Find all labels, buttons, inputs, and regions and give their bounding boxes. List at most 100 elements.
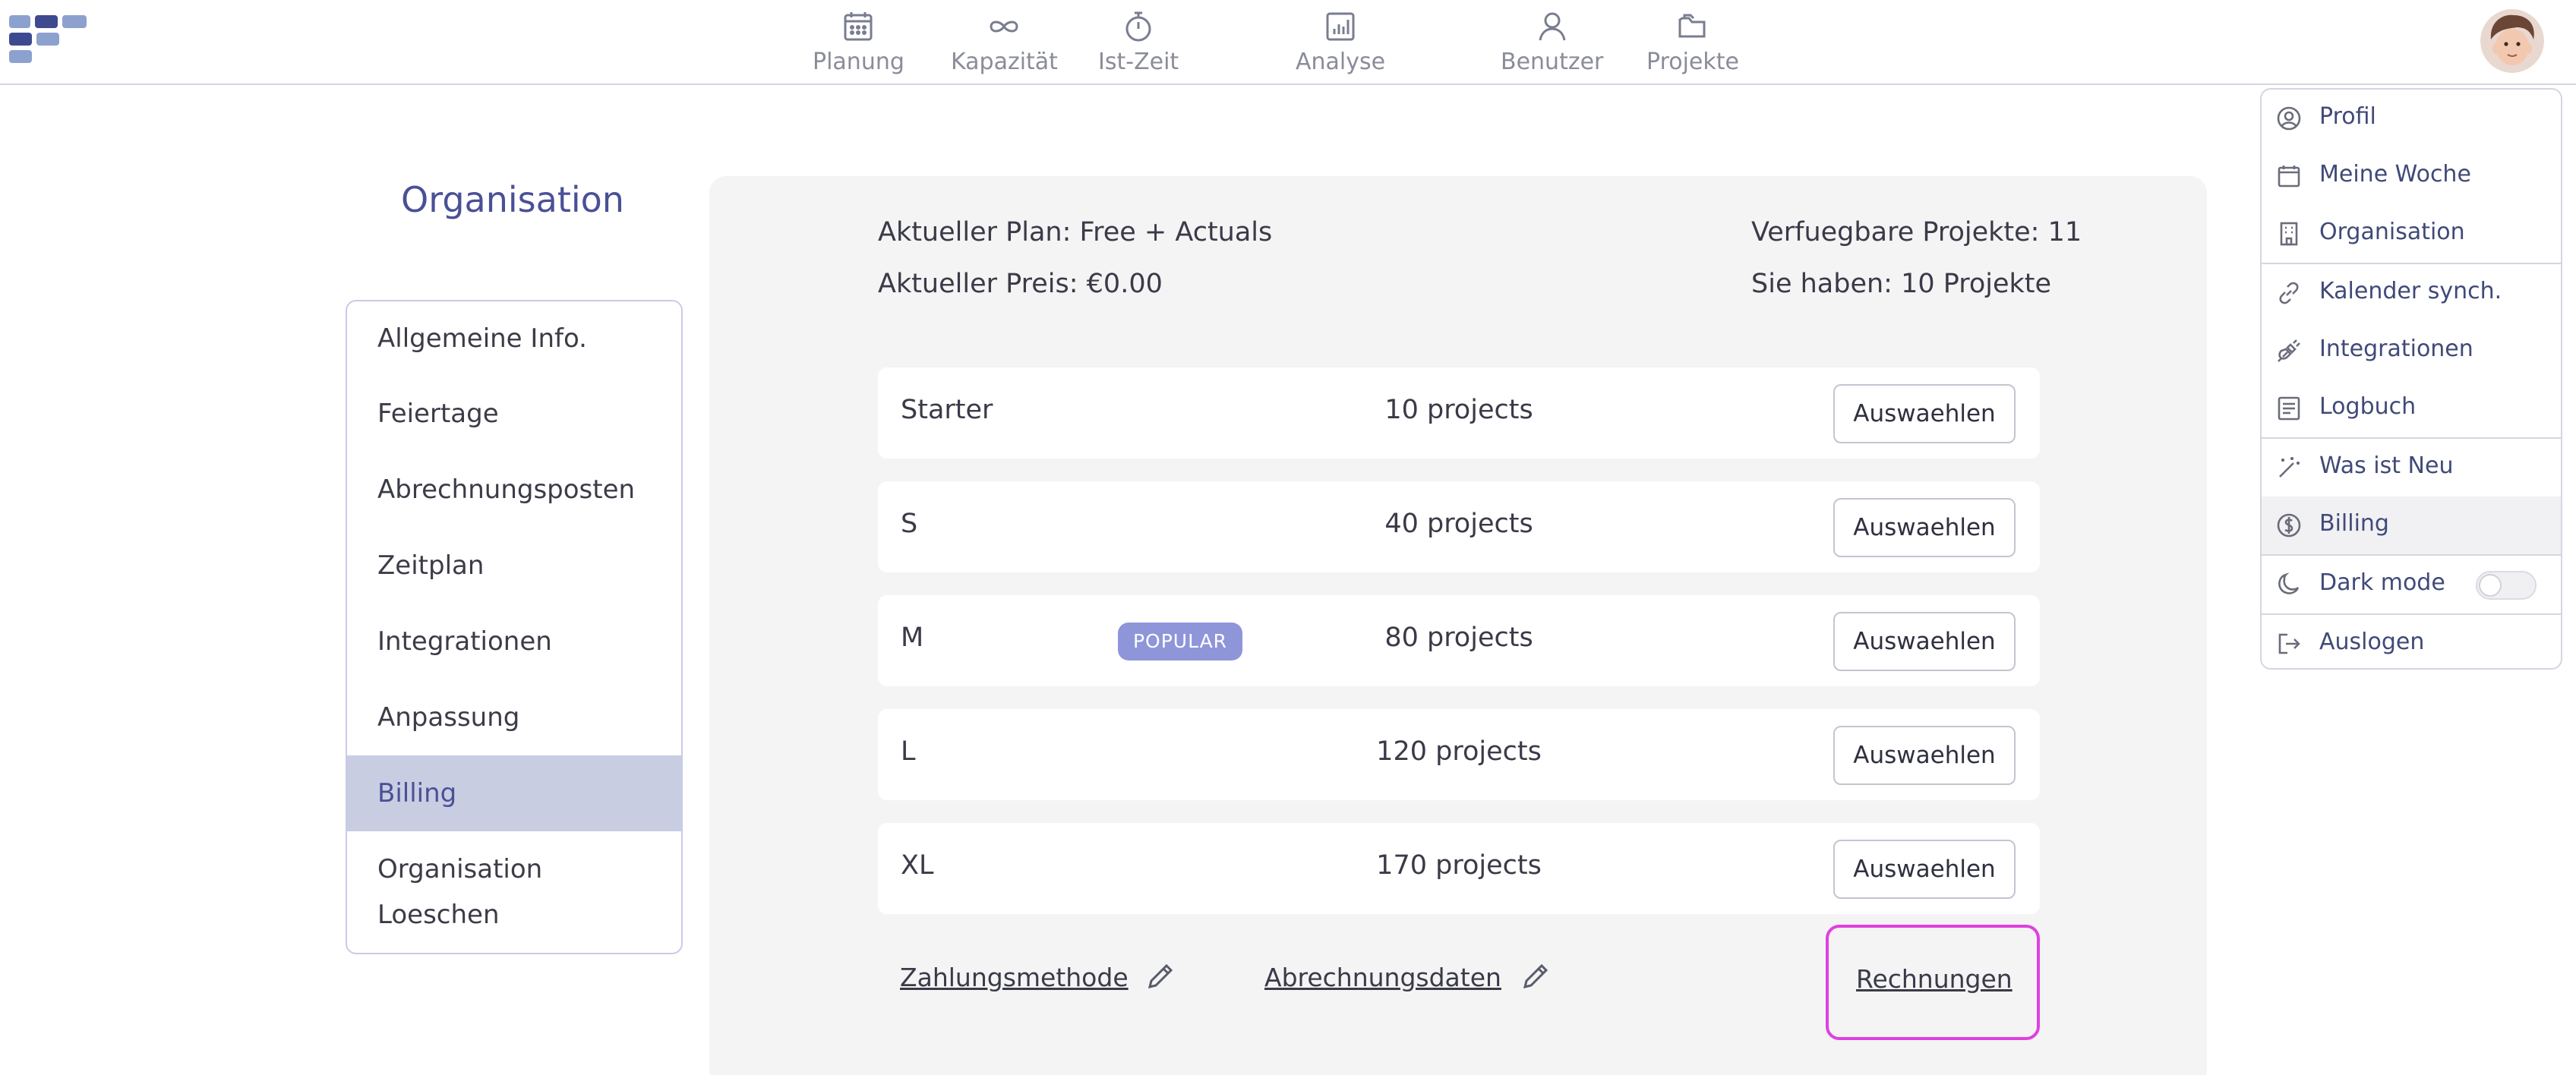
building-icon bbox=[2275, 220, 2303, 247]
menu-item-billing[interactable]: Billing bbox=[2262, 497, 2561, 554]
app-logo[interactable] bbox=[9, 15, 88, 65]
nav-ist-zeit[interactable]: Ist-Zeit bbox=[1098, 9, 1179, 75]
nav-label: Kapazität bbox=[951, 49, 1058, 75]
sidebar-item-organisation-loeschen[interactable]: Organisation Loeschen bbox=[347, 846, 681, 945]
dollar-circle-icon bbox=[2275, 512, 2303, 539]
sidebar-item-label: Abrechnungsposten bbox=[377, 474, 636, 505]
logo-block bbox=[9, 50, 32, 63]
user-icon bbox=[1539, 12, 1566, 41]
select-plan-button[interactable]: Auswaehlen bbox=[1833, 840, 2016, 899]
popular-badge: POPULAR bbox=[1118, 623, 1242, 660]
menu-item-profil[interactable]: Profil bbox=[2262, 90, 2561, 147]
stopwatch-icon bbox=[1125, 11, 1151, 42]
user-circle-icon bbox=[2275, 105, 2303, 132]
plan-row-starter: Starter 10 projects Auswaehlen bbox=[878, 367, 2040, 459]
folder-icon bbox=[1678, 14, 1706, 38]
nav-label: Analyse bbox=[1296, 49, 1386, 75]
sidebar-item-label: Integrationen bbox=[377, 626, 552, 657]
nav-projekte[interactable]: Projekte bbox=[1646, 9, 1739, 75]
menu-item-label: Auslogen bbox=[2319, 629, 2425, 655]
menu-item-meine-woche[interactable]: Meine Woche bbox=[2262, 147, 2561, 205]
calendar-icon bbox=[2275, 162, 2303, 190]
sidebar-item-label: Feiertage bbox=[377, 399, 499, 429]
sidebar-item-zeitplan[interactable]: Zeitplan bbox=[347, 528, 681, 604]
pencil-icon bbox=[1523, 963, 1548, 989]
plan-name: Starter bbox=[901, 395, 993, 425]
select-plan-button[interactable]: Auswaehlen bbox=[1833, 498, 2016, 557]
menu-item-logbuch[interactable]: Logbuch bbox=[2262, 380, 2561, 437]
menu-item-label: Kalender synch. bbox=[2319, 278, 2502, 304]
bar-chart-icon bbox=[1326, 12, 1355, 41]
plan-name: M bbox=[901, 623, 924, 653]
nav-kapazitaet[interactable]: Kapazität bbox=[951, 9, 1058, 75]
menu-item-label: Organisation bbox=[2319, 219, 2465, 245]
menu-item-auslogen[interactable]: Auslogen bbox=[2262, 615, 2561, 668]
payment-method-link[interactable]: Zahlungsmethode bbox=[900, 963, 1129, 992]
logout-icon bbox=[2275, 630, 2303, 657]
billing-data-link[interactable]: Abrechnungsdaten bbox=[1264, 963, 1501, 992]
plan-row-s: S 40 projects Auswaehlen bbox=[878, 481, 2040, 572]
sidebar-item-label: Organisation bbox=[377, 854, 543, 884]
moon-icon bbox=[2275, 571, 2303, 598]
menu-item-dark-mode: Dark mode bbox=[2262, 556, 2561, 613]
sidebar-item-label: Zeitplan bbox=[377, 550, 485, 581]
magic-wand-icon bbox=[2275, 454, 2303, 481]
toggle-knob bbox=[2479, 574, 2502, 597]
edit-payment-method-button[interactable] bbox=[1144, 960, 1177, 993]
menu-item-label: Profil bbox=[2319, 103, 2376, 130]
nav-label: Projekte bbox=[1646, 49, 1739, 75]
plug-icon bbox=[2275, 337, 2303, 364]
logo-block bbox=[62, 15, 87, 28]
nav-analyse[interactable]: Analyse bbox=[1296, 9, 1385, 75]
sidebar-item-billing[interactable]: Billing bbox=[347, 755, 681, 831]
menu-item-label: Meine Woche bbox=[2319, 161, 2471, 188]
select-plan-button[interactable]: Auswaehlen bbox=[1833, 612, 2016, 671]
sidebar-item-abrechnungsposten[interactable]: Abrechnungsposten bbox=[347, 452, 681, 528]
select-plan-button[interactable]: Auswaehlen bbox=[1833, 384, 2016, 443]
sidebar-item-label: Allgemeine Info. bbox=[377, 323, 587, 354]
menu-item-label: Integrationen bbox=[2319, 336, 2473, 362]
organisation-title: Organisation bbox=[401, 179, 624, 220]
plan-row-xl: XL 170 projects Auswaehlen bbox=[878, 823, 2040, 914]
menu-item-label: Billing bbox=[2319, 510, 2389, 537]
menu-item-was-ist-neu[interactable]: Was ist Neu bbox=[2262, 439, 2561, 497]
plan-name: L bbox=[901, 736, 916, 767]
logo-block bbox=[9, 33, 32, 46]
sidebar-item-label-line2: Loeschen bbox=[377, 900, 500, 930]
menu-item-integrationen[interactable]: Integrationen bbox=[2262, 322, 2561, 380]
sidebar-item-label: Billing bbox=[377, 778, 457, 809]
project-count-text: Sie haben: 10 Projekte bbox=[1751, 269, 2052, 299]
plan-row-m: M POPULAR 80 projects Auswaehlen bbox=[878, 595, 2040, 686]
calendar-icon bbox=[844, 12, 873, 41]
sidebar-item-integrationen[interactable]: Integrationen bbox=[347, 604, 681, 679]
nav-label: Planung bbox=[813, 49, 904, 75]
logo-block bbox=[35, 15, 58, 28]
plan-name: XL bbox=[901, 850, 934, 881]
nav-label: Ist-Zeit bbox=[1098, 49, 1179, 75]
infinity-icon bbox=[990, 20, 1018, 33]
edit-billing-data-button[interactable] bbox=[1519, 960, 1552, 993]
sidebar-item-feiertage[interactable]: Feiertage bbox=[347, 376, 681, 452]
top-navigation-bar: Planung Kapazität Ist-Zeit Analyse Benut… bbox=[0, 0, 2576, 85]
plan-row-l: L 120 projects Auswaehlen bbox=[878, 709, 2040, 800]
current-price-text: Aktueller Preis: €0.00 bbox=[878, 269, 1163, 299]
invoices-link[interactable]: Rechnungen bbox=[1856, 964, 2012, 994]
avatar-illustration bbox=[2480, 9, 2544, 73]
logo-block bbox=[36, 33, 59, 46]
menu-item-kalender-synch[interactable]: Kalender synch. bbox=[2262, 264, 2561, 322]
menu-item-label: Logbuch bbox=[2319, 393, 2417, 420]
pencil-icon bbox=[1148, 963, 1173, 989]
user-avatar[interactable] bbox=[2480, 9, 2544, 73]
menu-item-label: Was ist Neu bbox=[2319, 452, 2454, 479]
current-plan-text: Aktueller Plan: Free + Actuals bbox=[878, 217, 1273, 247]
nav-label: Benutzer bbox=[1501, 49, 1604, 75]
select-plan-button[interactable]: Auswaehlen bbox=[1833, 726, 2016, 785]
sidebar-item-allgemeine-info[interactable]: Allgemeine Info. bbox=[347, 301, 681, 376]
sidebar-item-label: Anpassung bbox=[377, 702, 520, 733]
menu-item-organisation[interactable]: Organisation bbox=[2262, 205, 2561, 263]
nav-planung[interactable]: Planung bbox=[813, 9, 904, 75]
sidebar-item-anpassung[interactable]: Anpassung bbox=[347, 679, 681, 755]
dark-mode-toggle[interactable] bbox=[2476, 571, 2537, 600]
plan-name: S bbox=[901, 509, 918, 539]
nav-benutzer[interactable]: Benutzer bbox=[1501, 9, 1603, 75]
